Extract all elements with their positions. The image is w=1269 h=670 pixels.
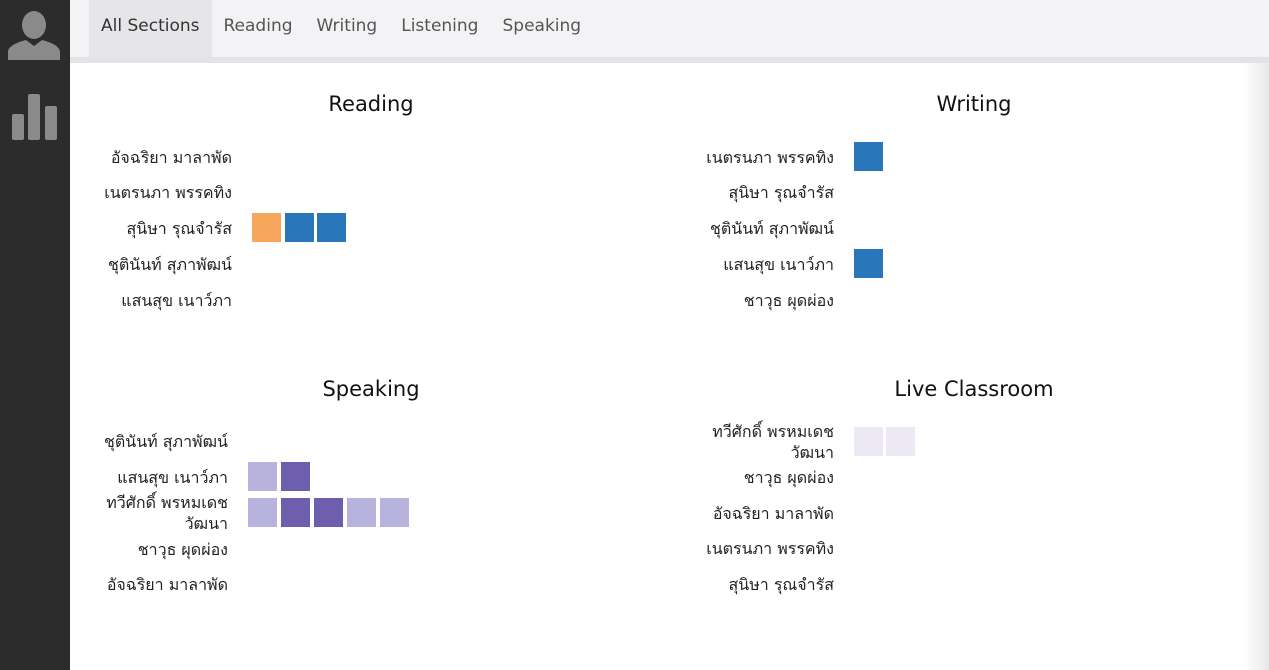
activity-square[interactable] bbox=[854, 142, 883, 171]
student-name: ทวีศักดิ์ พรหมเดชวัฒนา bbox=[712, 422, 834, 462]
student-name: เนตรนภา พรรคทิง bbox=[104, 183, 232, 202]
student-name: สุนิษา รุณจำรัส bbox=[728, 575, 834, 594]
activity-square[interactable] bbox=[248, 498, 277, 527]
student-name: ชุตินันท์ สุภาพัฒน์ bbox=[104, 432, 228, 451]
live-classroom-panel-title: Live Classroom bbox=[894, 377, 1054, 401]
user-avatar-icon[interactable] bbox=[8, 8, 60, 60]
writing-panel-title: Writing bbox=[936, 92, 1012, 116]
speaking-panel-title: Speaking bbox=[322, 377, 420, 401]
student-name: ชุตินันท์ สุภาพัฒน์ bbox=[710, 219, 834, 238]
activity-square[interactable] bbox=[886, 427, 915, 456]
student-name: ชาวุธ ผุดผ่อง bbox=[743, 468, 834, 487]
section-tabs: All Sections Reading Writing Listening S… bbox=[89, 0, 593, 57]
tab-speaking[interactable]: Speaking bbox=[490, 0, 593, 57]
sidebar bbox=[0, 0, 70, 670]
tab-all-sections[interactable]: All Sections bbox=[89, 0, 212, 57]
student-name: ทวีศักดิ์ พรหมเดชวัฒนา bbox=[106, 493, 228, 533]
activity-square[interactable] bbox=[317, 213, 346, 242]
scroll-edge-shadow bbox=[1243, 63, 1269, 670]
activity-square[interactable] bbox=[285, 213, 314, 242]
student-name: เนตรนภา พรรคทิง bbox=[706, 539, 834, 558]
activity-square[interactable] bbox=[281, 462, 310, 491]
student-name: อัจฉริยา มาลาพัด bbox=[110, 148, 232, 167]
student-name: แสนสุข เนาว์ภา bbox=[121, 291, 232, 310]
student-name: ชาวุธ ผุดผ่อง bbox=[137, 540, 228, 559]
student-name: ชาวุธ ผุดผ่อง bbox=[743, 291, 834, 310]
tab-bar-divider bbox=[70, 57, 1269, 63]
tab-reading[interactable]: Reading bbox=[212, 0, 305, 57]
activity-square[interactable] bbox=[252, 213, 281, 242]
student-name: แสนสุข เนาว์ภา bbox=[723, 255, 834, 274]
tab-listening[interactable]: Listening bbox=[389, 0, 490, 57]
student-name: สุนิษา รุณจำรัส bbox=[728, 183, 834, 202]
activity-square[interactable] bbox=[854, 249, 883, 278]
student-name: เนตรนภา พรรคทิง bbox=[706, 148, 834, 167]
student-name: แสนสุข เนาว์ภา bbox=[117, 468, 228, 487]
student-name: อัจฉริยา มาลาพัด bbox=[106, 575, 228, 594]
activity-square[interactable] bbox=[347, 498, 376, 527]
reading-panel-title: Reading bbox=[328, 92, 414, 116]
activity-square[interactable] bbox=[314, 498, 343, 527]
bar-chart-icon[interactable] bbox=[12, 92, 60, 140]
activity-square[interactable] bbox=[854, 427, 883, 456]
student-name: สุนิษา รุณจำรัส bbox=[126, 219, 232, 238]
activity-square[interactable] bbox=[248, 462, 277, 491]
activity-square[interactable] bbox=[281, 498, 310, 527]
tab-writing[interactable]: Writing bbox=[305, 0, 390, 57]
student-name: อัจฉริยา มาลาพัด bbox=[712, 504, 834, 523]
activity-square[interactable] bbox=[380, 498, 409, 527]
student-name: ชุตินันท์ สุภาพัฒน์ bbox=[108, 255, 232, 274]
